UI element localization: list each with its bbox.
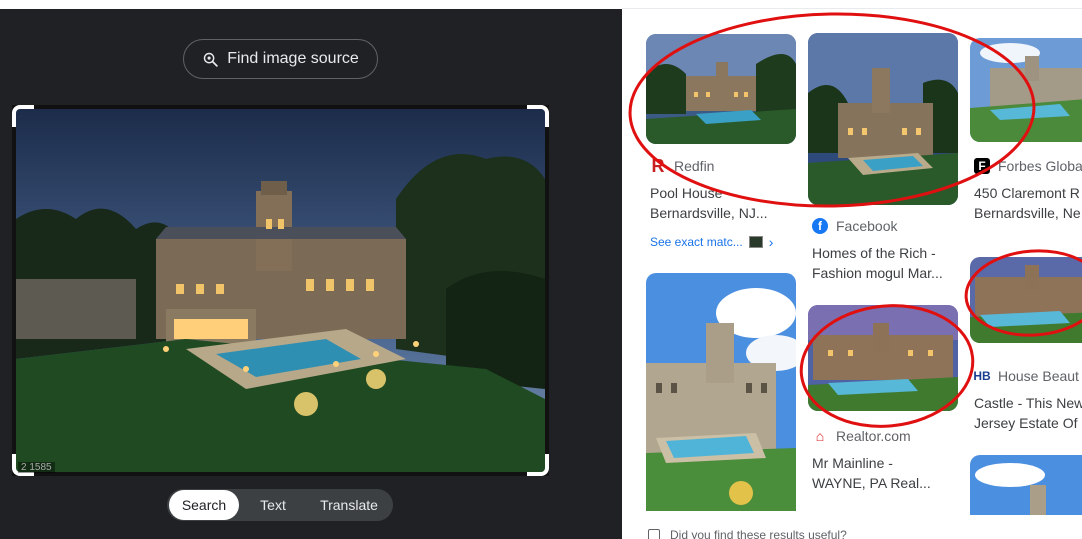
source-name: Forbes Global: [998, 158, 1082, 174]
result-image: [808, 305, 958, 411]
see-exact-matches-link[interactable]: See exact matc... ›: [650, 234, 773, 250]
result-source[interactable]: HB House Beaut: [973, 368, 1079, 384]
tab-search[interactable]: Search: [169, 490, 239, 520]
title-line: Castle - This New: [974, 395, 1082, 411]
result-thumbnail[interactable]: [970, 455, 1082, 515]
result-image: [970, 455, 1082, 515]
title-line: Pool House -: [650, 185, 731, 201]
result-title[interactable]: Mr Mainline - WAYNE, PA Real...: [812, 453, 957, 493]
estate-photo: [16, 109, 545, 472]
result-title[interactable]: Castle - This New Jersey Estate Of: [974, 393, 1082, 433]
feedback-icon: [648, 529, 660, 539]
title-line: Bernardsville, NJ...: [650, 205, 768, 221]
source-name: House Beaut: [998, 368, 1079, 384]
image-watermark: 2 1585: [18, 462, 55, 473]
tab-text[interactable]: Text: [239, 490, 307, 520]
feedback-prompt[interactable]: Did you find these results useful?: [648, 528, 847, 539]
lens-search-icon: [203, 52, 218, 67]
source-name: Facebook: [836, 218, 898, 234]
result-image: [646, 34, 796, 144]
title-line: Mr Mainline -: [812, 455, 893, 471]
redfin-icon: R: [651, 155, 665, 176]
title-line: Bernardsville, Ne: [974, 205, 1081, 221]
chevron-right-icon: ›: [768, 234, 774, 250]
find-image-source-label: Find image source: [227, 50, 359, 67]
crop-handle-bottom-right[interactable]: [527, 454, 549, 476]
divider: [622, 8, 1082, 9]
result-image: [970, 38, 1082, 142]
tab-translate[interactable]: Translate: [307, 490, 391, 520]
result-image: [646, 273, 796, 511]
result-source[interactable]: ⌂ Realtor.com: [812, 428, 911, 444]
result-image: [808, 33, 958, 205]
result-title[interactable]: Pool House - Bernardsville, NJ...: [650, 183, 790, 223]
result-thumbnail[interactable]: [808, 305, 958, 411]
forbes-icon: F: [974, 158, 990, 174]
result-thumbnail[interactable]: [970, 257, 1082, 343]
query-image[interactable]: [12, 105, 549, 476]
mode-tabs: Search Text Translate: [167, 489, 393, 521]
result-title[interactable]: Homes of the Rich - Fashion mogul Mar...: [812, 243, 957, 283]
result-thumbnail[interactable]: [646, 273, 796, 511]
source-name: Realtor.com: [836, 428, 911, 444]
title-line: 450 Claremont R: [974, 185, 1080, 201]
title-line: Fashion mogul Mar...: [812, 265, 943, 281]
crop-handle-top-right[interactable]: [527, 105, 549, 127]
result-source[interactable]: F Forbes Global: [974, 158, 1082, 174]
result-thumbnail[interactable]: [808, 33, 958, 205]
title-line: Jersey Estate Of: [974, 415, 1078, 431]
top-strip: [0, 0, 622, 9]
feedback-text: Did you find these results useful?: [670, 528, 847, 539]
crop-handle-top-left[interactable]: [12, 105, 34, 127]
title-line: WAYNE, PA Real...: [812, 475, 931, 491]
exact-match-thumbnail: [748, 236, 763, 248]
image-preview-pane: Find image source 2 1585 Search Text Tra…: [0, 0, 622, 539]
result-thumbnail[interactable]: [646, 34, 796, 144]
source-name: Redfin: [674, 158, 715, 174]
find-image-source-button[interactable]: Find image source: [183, 39, 378, 79]
result-thumbnail[interactable]: [970, 38, 1082, 142]
result-title[interactable]: 450 Claremont R Bernardsville, Ne: [974, 183, 1082, 223]
realtor-icon: ⌂: [815, 428, 825, 444]
result-source[interactable]: R Redfin: [650, 155, 715, 176]
facebook-icon: f: [812, 218, 828, 234]
house-beautiful-icon: HB: [973, 369, 991, 383]
title-line: Homes of the Rich -: [812, 245, 936, 261]
result-source[interactable]: f Facebook: [812, 218, 897, 234]
exact-match-label: See exact matc...: [650, 235, 743, 249]
result-image: [970, 257, 1082, 343]
visual-matches-pane: R Redfin Pool House - Bernardsville, NJ.…: [622, 0, 1082, 539]
